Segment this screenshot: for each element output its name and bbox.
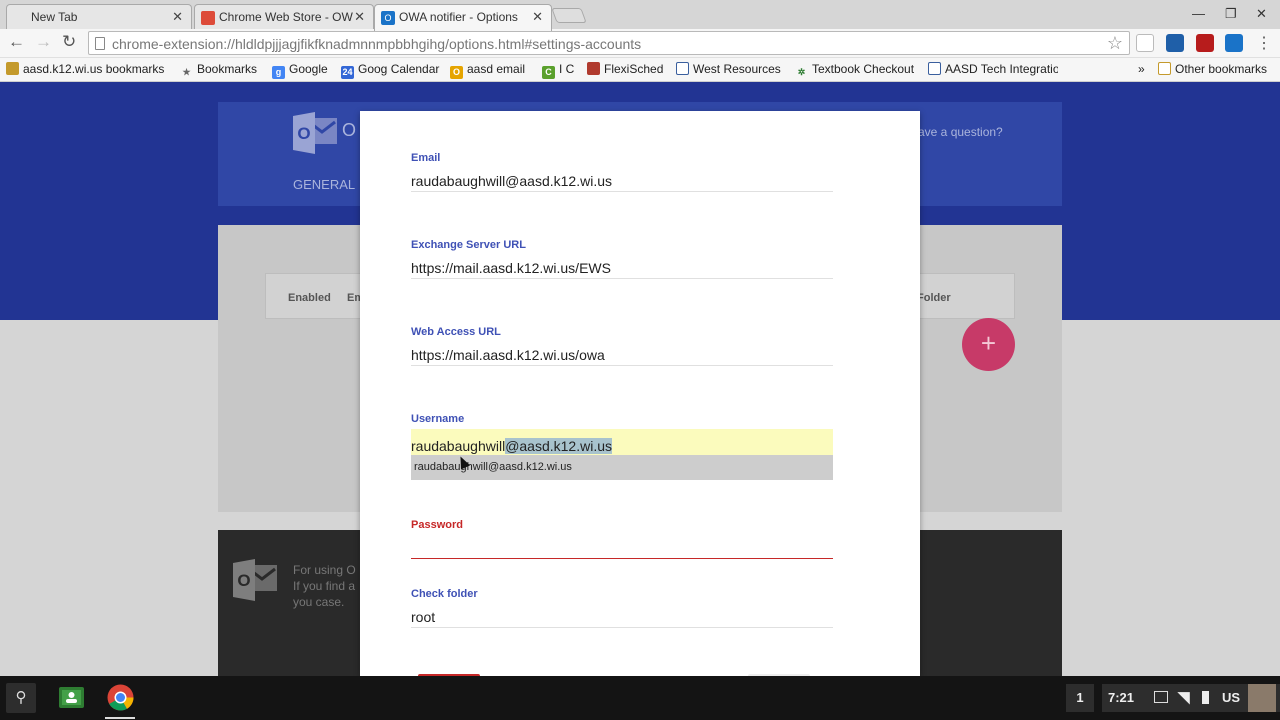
username-selected-text: @aasd.k12.wi.us: [505, 438, 613, 454]
outlook-icon: O: [381, 11, 395, 25]
username-label: Username: [411, 413, 465, 425]
tab-chrome-web-store[interactable]: Chrome Web Store - OW ✕: [194, 4, 374, 30]
url-text: chrome-extension://hldldpjjjagjfikfknadm…: [112, 36, 642, 52]
password-label: Password: [411, 519, 463, 531]
tab-general[interactable]: GENERAL: [293, 177, 355, 192]
gear-icon: ✲: [797, 67, 806, 77]
bookmark-star-icon[interactable]: ☆: [1107, 33, 1123, 54]
clock-time: 7:21: [1108, 690, 1135, 705]
classroom-app-icon[interactable]: [58, 684, 85, 711]
bookmark-item[interactable]: CI C: [542, 62, 574, 79]
running-app-indicator: [105, 717, 135, 719]
bookmark-item[interactable]: FlexiSched: [587, 62, 663, 76]
bookmark-item[interactable]: AASD Tech Integratio: [928, 62, 1058, 76]
minimize-icon[interactable]: —: [1192, 6, 1205, 21]
avatar: [1248, 684, 1276, 712]
ic-icon: C: [542, 66, 555, 79]
email-field-group: Email: [411, 152, 833, 192]
check-folder-field-group: Check folder: [411, 588, 833, 628]
chrome-app-icon[interactable]: [107, 684, 134, 711]
close-icon[interactable]: ✕: [172, 9, 183, 25]
email-label: Email: [411, 152, 441, 164]
add-account-button[interactable]: +: [962, 318, 1015, 371]
username-input[interactable]: raudabaughwill@aasd.k12.wi.us: [411, 429, 833, 458]
check-folder-input[interactable]: [411, 603, 833, 628]
web-access-url-input[interactable]: [411, 341, 833, 366]
google-icon: g: [272, 66, 285, 79]
close-window-icon[interactable]: ✕: [1256, 6, 1267, 22]
battery-icon: [1202, 691, 1209, 704]
owa-notifier-extension-icon[interactable]: [1225, 34, 1243, 52]
exchange-server-url-input[interactable]: [411, 254, 833, 279]
page-icon: [928, 62, 941, 75]
account-settings-dialog: Email Exchange Server URL Web Access URL…: [360, 111, 920, 680]
bookmark-item[interactable]: aasd.k12.wi.us bookmarks: [6, 62, 164, 76]
forward-icon[interactable]: →: [35, 32, 52, 52]
password-field-group: Password: [411, 519, 833, 559]
svg-text:O: O: [297, 124, 310, 143]
bookmark-item[interactable]: g Google: [272, 62, 328, 79]
svg-text:O: O: [237, 571, 250, 590]
close-icon[interactable]: ✕: [354, 9, 365, 25]
password-input[interactable]: [411, 534, 833, 559]
tab-owa-notifier-options[interactable]: O OWA notifier - Options ✕: [374, 4, 552, 31]
cloud-extension-icon[interactable]: [1136, 34, 1154, 52]
page-icon: [95, 37, 105, 50]
bookmark-item[interactable]: 24 Goog Calendar: [341, 62, 439, 79]
bookmark-item[interactable]: ✲ Textbook Checkout: [795, 62, 914, 79]
email-icon: O: [450, 66, 463, 79]
web-access-field-group: Web Access URL: [411, 326, 833, 366]
email-input[interactable]: [411, 167, 833, 192]
cast-icon: [1154, 691, 1168, 703]
other-bookmarks-folder[interactable]: Other bookmarks: [1158, 62, 1267, 76]
bookmark-item[interactable]: Oaasd email: [450, 62, 525, 79]
browser-toolbar: ← → ↻ chrome-extension://hldldpjjjagjfik…: [0, 29, 1280, 58]
tab-title: OWA notifier - Options: [399, 10, 518, 24]
chrome-menu-icon[interactable]: ⋮: [1256, 33, 1272, 53]
extension-icon[interactable]: [1166, 34, 1184, 52]
calendar-icon: 24: [341, 66, 354, 79]
tab-new-tab[interactable]: New Tab ✕: [6, 4, 192, 30]
bookmark-item[interactable]: ★ Bookmarks: [180, 62, 257, 79]
status-tray[interactable]: 7:21 ◥ US: [1102, 684, 1280, 712]
username-typed-text: raudabaughwill: [411, 438, 506, 454]
tab-strip: New Tab ✕ Chrome Web Store - OW ✕ O OWA …: [0, 0, 1280, 31]
column-enabled: Enabled: [288, 292, 331, 304]
web-access-url-label: Web Access URL: [411, 326, 501, 338]
tab-title: New Tab: [31, 10, 78, 24]
reload-icon[interactable]: ↻: [62, 32, 76, 52]
address-bar[interactable]: chrome-extension://hldldpjjjagjfikfknadm…: [88, 31, 1130, 55]
outlook-logo-icon: O: [293, 112, 337, 154]
page-icon: [676, 62, 689, 75]
folder-icon: [6, 62, 19, 75]
star-icon: ★: [182, 67, 191, 77]
tab-title: Chrome Web Store - OW: [219, 10, 353, 24]
outlook-logo-icon: O: [233, 559, 277, 601]
brand-name: O: [342, 120, 357, 140]
check-folder-label: Check folder: [411, 588, 478, 600]
help-link[interactable]: ave a question?: [918, 125, 1003, 139]
autocomplete-suggestion[interactable]: raudabaughwill@aasd.k12.wi.us: [411, 455, 833, 480]
exchange-field-group: Exchange Server URL: [411, 239, 833, 279]
search-launcher-icon[interactable]: ⚲: [6, 683, 36, 713]
bookmarks-overflow-chevron[interactable]: »: [1138, 62, 1145, 76]
close-icon[interactable]: ✕: [532, 9, 543, 25]
web-store-icon: [201, 11, 215, 25]
bookmarks-bar: aasd.k12.wi.us bookmarks ★ Bookmarks g Goo…: [0, 58, 1280, 82]
column-folder: Folder: [917, 292, 951, 304]
folder-icon: [1158, 62, 1171, 75]
flexisched-icon: [587, 62, 600, 75]
os-shelf: ⚲ 1 7:21 ◥ US: [0, 676, 1280, 720]
username-field-group: Username raudabaughwill@aasd.k12.wi.us: [411, 413, 833, 458]
keyboard-locale: US: [1222, 690, 1241, 705]
restore-icon[interactable]: ❐: [1225, 6, 1237, 22]
new-tab-button[interactable]: [551, 8, 587, 23]
back-icon[interactable]: ←: [8, 32, 25, 52]
exchange-server-url-label: Exchange Server URL: [411, 239, 526, 251]
wifi-icon: ◥: [1178, 689, 1190, 706]
filmstrip-extension-icon[interactable]: [1196, 34, 1214, 52]
bookmark-item[interactable]: West Resources: [676, 62, 781, 76]
notification-count[interactable]: 1: [1066, 684, 1094, 712]
footer-text: For using O If you find a you case.: [293, 563, 356, 609]
